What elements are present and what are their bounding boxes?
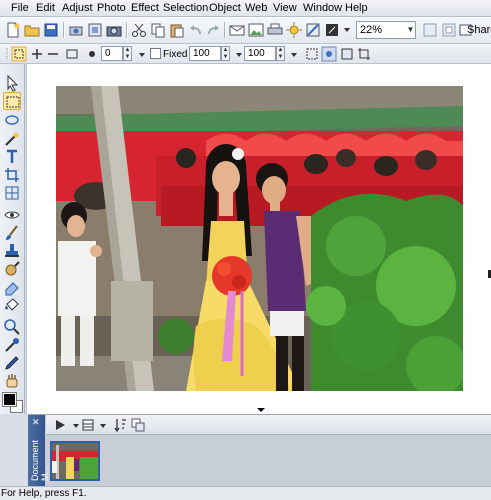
view-dropdown-icon[interactable] — [95, 417, 111, 433]
email-icon[interactable] — [228, 21, 246, 39]
pen-icon[interactable] — [3, 354, 21, 372]
height-input[interactable]: 100 — [244, 46, 276, 61]
add-selection-icon[interactable] — [29, 46, 45, 62]
capture-icon[interactable] — [86, 21, 104, 39]
menu-photo[interactable]: Photo — [97, 2, 126, 14]
thumbnail-image — [52, 443, 98, 479]
document-manager-panel: ✕ Document M... — [28, 414, 491, 487]
select-all-icon[interactable] — [304, 46, 320, 62]
standard-toolbar: 22% ▼ Share — [0, 17, 491, 44]
menu-edit[interactable]: Edit — [36, 2, 55, 14]
eyedropper-icon[interactable] — [3, 336, 21, 354]
menu-view[interactable]: View — [273, 2, 297, 14]
menu-selection[interactable]: Selection — [163, 2, 208, 14]
crop-selection-icon[interactable] — [356, 46, 372, 62]
play-icon[interactable] — [52, 417, 68, 433]
menu-window[interactable]: Window — [303, 2, 342, 14]
crop-tool-icon[interactable] — [304, 21, 322, 39]
selection-mode-icon[interactable] — [321, 46, 337, 62]
fixed-checkbox[interactable] — [150, 48, 161, 59]
bucket-icon[interactable] — [3, 296, 21, 314]
pointer-icon[interactable] — [3, 74, 21, 92]
menu-web[interactable]: Web — [245, 2, 267, 14]
brush-icon[interactable] — [3, 224, 21, 242]
menu-file[interactable]: File — [11, 2, 29, 14]
magic-wand-icon[interactable] — [3, 130, 21, 148]
menu-object[interactable]: Object — [209, 2, 241, 14]
photo-canvas[interactable] — [56, 86, 463, 391]
wedding-photo-image — [56, 86, 463, 391]
width-spinner-icon[interactable]: ▲ ▼ — [221, 46, 230, 61]
text-icon[interactable] — [3, 148, 21, 166]
height-dropdown-icon[interactable] — [286, 46, 302, 62]
menu-bar: File Edit Adjust Photo Effect Selection … — [0, 0, 491, 17]
redo-icon[interactable] — [204, 21, 222, 39]
zoom-dropdown-icon[interactable]: ▼ — [406, 22, 415, 38]
document-manager-titlebar[interactable]: ✕ Document M... — [28, 415, 50, 487]
new-file-icon[interactable] — [4, 21, 22, 39]
options-toolbar: 0 ▲ ▼ Fixed 100 ▲ ▼ 100 ▲ ▼ — [0, 44, 491, 64]
camera-icon[interactable] — [105, 21, 123, 39]
rectangle-shape-icon[interactable] — [64, 46, 80, 62]
sort-icon[interactable] — [112, 417, 128, 433]
marquee-icon[interactable] — [3, 92, 21, 110]
undo-icon[interactable] — [187, 21, 205, 39]
new-selection-icon[interactable] — [11, 46, 27, 62]
height-spinner-icon[interactable]: ▲ ▼ — [276, 46, 285, 61]
options-dropdown-icon[interactable] — [338, 21, 356, 39]
menu-help[interactable]: Help — [345, 2, 368, 14]
foreground-color-swatch[interactable] — [2, 392, 17, 407]
invert-selection-icon[interactable] — [339, 46, 355, 62]
feather-input[interactable]: 0 — [101, 46, 123, 61]
menu-adjust[interactable]: Adjust — [62, 2, 93, 14]
enhance-icon[interactable] — [285, 21, 303, 39]
status-text: For Help, press F1. — [1, 488, 87, 499]
ellipse-shape-icon[interactable] — [84, 46, 100, 62]
feather-dropdown-icon[interactable] — [134, 46, 150, 62]
straighten-icon[interactable] — [3, 184, 21, 202]
document-manager-toolbar — [46, 415, 491, 435]
open-folder-icon[interactable] — [23, 21, 41, 39]
status-bar: For Help, press F1. — [0, 486, 491, 500]
view-mode-icon[interactable] — [80, 417, 96, 433]
eraser-icon[interactable] — [3, 278, 21, 296]
width-input[interactable]: 100 — [189, 46, 221, 61]
zoom-in-icon[interactable] — [421, 21, 439, 39]
copy-icon[interactable] — [149, 21, 167, 39]
fit-window-icon[interactable] — [440, 21, 458, 39]
canvas-workspace — [26, 64, 491, 414]
tools-panel — [0, 64, 25, 414]
eye-icon[interactable] — [3, 206, 21, 224]
zoom-icon[interactable] — [3, 318, 21, 336]
save-disk-icon[interactable] — [42, 21, 60, 39]
subtract-selection-icon[interactable] — [45, 46, 61, 62]
feather-spinner-icon[interactable]: ▲ ▼ — [123, 46, 132, 61]
crop-icon[interactable] — [3, 166, 21, 184]
duplicate-icon[interactable] — [130, 417, 146, 433]
fixed-label: Fixed — [163, 49, 188, 60]
paste-icon[interactable] — [168, 21, 186, 39]
scan-icon[interactable] — [67, 21, 85, 39]
canvas-resize-arrow-icon[interactable] — [257, 408, 265, 412]
share-label[interactable]: Share — [467, 24, 491, 36]
clone-stamp-icon[interactable] — [3, 242, 21, 260]
print-icon[interactable] — [266, 21, 284, 39]
menu-effect[interactable]: Effect — [131, 2, 159, 14]
cut-icon[interactable] — [130, 21, 148, 39]
smudge-icon[interactable] — [3, 260, 21, 278]
hand-icon[interactable] — [3, 372, 21, 390]
lasso-icon[interactable] — [3, 112, 21, 130]
image-window-icon[interactable] — [247, 21, 265, 39]
document-thumbnail[interactable] — [50, 441, 100, 481]
